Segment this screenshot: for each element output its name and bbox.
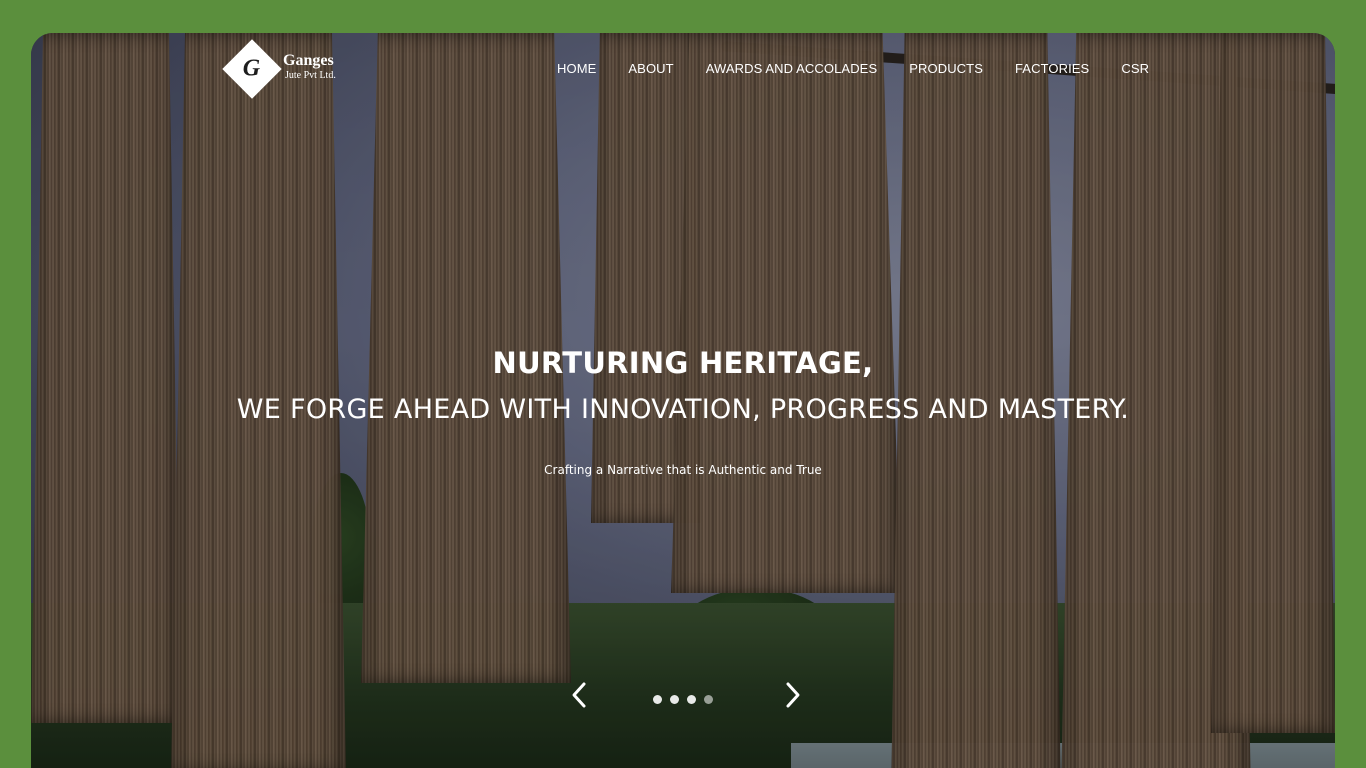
- nav-item-csr[interactable]: CSR: [1121, 61, 1149, 76]
- hero-tagline: Crafting a Narrative that is Authentic a…: [544, 463, 822, 477]
- brand-subtitle: Jute Pvt Ltd.: [285, 70, 336, 81]
- brand-name: Ganges: [283, 52, 334, 69]
- hero-subtitle: WE FORGE AHEAD WITH INNOVATION, PROGRESS…: [236, 394, 1130, 425]
- hero-section: G Ganges Jute Pvt Ltd. HOME ABOUT AWARDS…: [31, 33, 1335, 768]
- nav-item-about[interactable]: ABOUT: [628, 61, 673, 76]
- chevron-right-icon: [786, 682, 800, 708]
- chevron-left-icon: [572, 682, 586, 708]
- brand-logo[interactable]: G Ganges Jute Pvt Ltd.: [222, 39, 336, 99]
- nav-item-home[interactable]: HOME: [557, 61, 596, 76]
- carousel-dot[interactable]: [653, 695, 662, 704]
- carousel-next-button[interactable]: [782, 681, 804, 709]
- carousel-prev-button[interactable]: [568, 681, 590, 709]
- nav-item-products[interactable]: PRODUCTS: [909, 61, 983, 76]
- logo-letter: G: [243, 55, 261, 82]
- carousel-dot[interactable]: [704, 695, 713, 704]
- nav-item-awards[interactable]: AWARDS AND ACCOLADES: [706, 61, 878, 76]
- logo-icon: G: [222, 39, 282, 99]
- hero-title: NURTURING HERITAGE,: [492, 346, 874, 380]
- carousel-dot[interactable]: [670, 695, 679, 704]
- carousel-indicators: [653, 695, 713, 704]
- main-nav: HOME ABOUT AWARDS AND ACCOLADES PRODUCTS…: [557, 61, 1181, 76]
- carousel-dot[interactable]: [687, 695, 696, 704]
- nav-item-factories[interactable]: FACTORIES: [1015, 61, 1089, 76]
